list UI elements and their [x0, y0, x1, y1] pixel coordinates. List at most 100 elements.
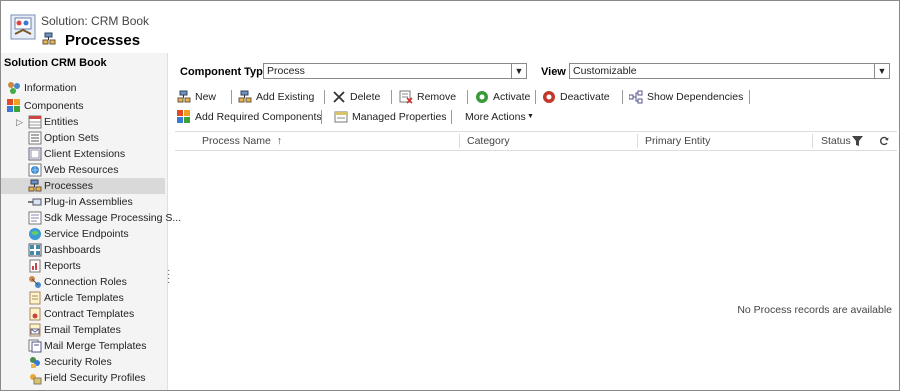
- sidebar-item-label: Dashboards: [44, 244, 101, 256]
- sidebar-item-label: Option Sets: [44, 132, 99, 144]
- chevron-down-icon[interactable]: ▼: [874, 64, 889, 78]
- information-icon: [8, 82, 20, 94]
- sidebar-item-entities[interactable]: ▷ Entities: [1, 114, 167, 130]
- dashboards-icon: [28, 243, 42, 257]
- solution-window: Solution: CRM Book Processes Solution CR…: [0, 0, 900, 391]
- remove-icon: [399, 90, 413, 104]
- add-existing-icon: [238, 90, 252, 103]
- managed-properties-icon: [334, 111, 348, 123]
- sdk-message-icon: [28, 211, 42, 225]
- option-sets-icon: [28, 131, 42, 145]
- toolbar-separator: [622, 90, 623, 104]
- sidebar-item-label: Plug-in Assemblies: [44, 196, 133, 208]
- deactivate-icon: [543, 91, 555, 103]
- sidebar-item-label: Entities: [44, 116, 79, 128]
- sidebar-item-web-resources[interactable]: Web Resources: [1, 162, 167, 178]
- sidebar-item-mail-merge-templates[interactable]: Mail Merge Templates: [1, 338, 167, 354]
- new-process-icon: [177, 90, 191, 103]
- sidebar-item-contract-templates[interactable]: Contract Templates: [1, 306, 167, 322]
- main-content: Component Type Process ▼ View Customizab…: [169, 53, 899, 390]
- toolbar-separator: [321, 110, 322, 124]
- client-extensions-icon: [28, 147, 42, 161]
- sidebar-item-dashboards[interactable]: Dashboards: [1, 242, 167, 258]
- field-security-profiles-icon: [30, 374, 42, 385]
- column-primary-entity[interactable]: Primary Entity: [645, 132, 710, 150]
- sidebar-item-security-roles[interactable]: Security Roles: [1, 354, 167, 370]
- component-type-select[interactable]: Process ▼: [263, 63, 527, 79]
- sidebar-item-client-extensions[interactable]: Client Extensions: [1, 146, 167, 162]
- service-endpoints-icon: [29, 228, 41, 240]
- sidebar-item-label: Security Roles: [44, 356, 112, 368]
- sidebar-item-label: Information: [24, 82, 77, 94]
- mail-merge-templates-icon: [28, 339, 42, 353]
- toolbar-separator: [451, 110, 452, 124]
- web-resources-icon: [28, 163, 42, 177]
- sidebar-item-reports[interactable]: Reports: [1, 258, 167, 274]
- sidebar-item-label: Reports: [44, 260, 81, 272]
- grid-header: Process Name ↑ Category Primary Entity S…: [175, 131, 897, 151]
- sidebar-item-article-templates[interactable]: Article Templates: [1, 290, 167, 306]
- sidebar-item-label: Processes: [44, 180, 94, 192]
- sort-ascending-icon: ↑: [276, 135, 283, 147]
- entities-icon: [28, 115, 42, 129]
- sidebar-item-label: Sdk Message Processing S...: [44, 212, 182, 224]
- sidebar-item-information[interactable]: Information: [1, 80, 167, 96]
- toolbar-separator: [749, 90, 750, 104]
- plugin-assemblies-icon: [28, 198, 42, 206]
- activate-icon: [476, 91, 488, 103]
- article-templates-icon: [29, 291, 41, 305]
- sidebar-item-label: Email Templates: [44, 324, 121, 336]
- chevron-down-icon: ▼: [527, 113, 534, 120]
- sidebar-item-label: Article Templates: [44, 292, 124, 304]
- sidebar-item-label: Field Security Profiles: [44, 372, 146, 384]
- expand-arrow-icon[interactable]: ▷: [16, 114, 23, 130]
- security-roles-icon: [30, 357, 40, 368]
- column-process-name[interactable]: Process Name ↑: [202, 132, 282, 150]
- show-dependencies-icon: [629, 90, 643, 104]
- component-type-value: Process: [267, 65, 305, 77]
- sidebar-item-label: Components: [24, 100, 84, 112]
- toolbar-separator: [467, 90, 468, 104]
- sidebar-item-label: Connection Roles: [44, 276, 127, 288]
- sidebar-item-email-templates[interactable]: Email Templates: [1, 322, 167, 338]
- view-select[interactable]: Customizable ▼: [569, 63, 890, 79]
- toolbar-separator: [535, 90, 536, 104]
- solution-icon: [10, 14, 36, 40]
- reports-icon: [29, 259, 41, 273]
- refresh-icon[interactable]: [879, 136, 889, 146]
- processes-icon: [28, 179, 42, 192]
- sidebar-item-label: Contract Templates: [44, 308, 135, 320]
- sidebar-item-sdk-message-processing[interactable]: Sdk Message Processing S...: [1, 210, 181, 226]
- sidebar-item-field-security-profiles[interactable]: Field Security Profiles: [1, 370, 167, 386]
- sidebar-item-label: Client Extensions: [44, 148, 126, 160]
- email-templates-icon: [29, 323, 41, 337]
- toolbar-separator: [391, 90, 392, 104]
- sidebar-item-option-sets[interactable]: Option Sets: [1, 130, 167, 146]
- empty-grid-message: No Process records are available: [737, 304, 892, 316]
- page-header: Solution: CRM Book Processes: [1, 1, 899, 53]
- solution-label: Solution: CRM Book: [41, 14, 150, 28]
- connection-roles-icon: [29, 276, 41, 288]
- sidebar-item-processes[interactable]: Processes: [1, 178, 165, 194]
- view-value: Customizable: [573, 65, 637, 77]
- sidebar-item-components[interactable]: Components: [1, 98, 167, 114]
- page-title: Processes: [65, 32, 141, 49]
- solution-sidebar: Solution CRM Book Information Components…: [1, 53, 181, 390]
- delete-icon: [333, 91, 345, 103]
- sidebar-item-label: Mail Merge Templates: [44, 340, 147, 352]
- toolbar-separator: [324, 90, 325, 104]
- components-icon: [7, 99, 20, 112]
- sidebar-item-connection-roles[interactable]: Connection Roles: [1, 274, 167, 290]
- column-category[interactable]: Category: [467, 132, 510, 150]
- column-status[interactable]: Status: [821, 132, 851, 150]
- view-label: View: [541, 66, 566, 78]
- sidebar-item-label: Service Endpoints: [44, 228, 129, 240]
- contract-templates-icon: [29, 307, 41, 321]
- chevron-down-icon[interactable]: ▼: [511, 64, 526, 78]
- filter-icon[interactable]: [852, 136, 863, 146]
- sidebar-item-label: Web Resources: [44, 164, 119, 176]
- sidebar-item-service-endpoints[interactable]: Service Endpoints: [1, 226, 167, 242]
- toolbar-separator: [231, 90, 232, 104]
- sidebar-title: Solution CRM Book: [4, 57, 107, 69]
- sidebar-item-plugin-assemblies[interactable]: Plug-in Assemblies: [1, 194, 167, 210]
